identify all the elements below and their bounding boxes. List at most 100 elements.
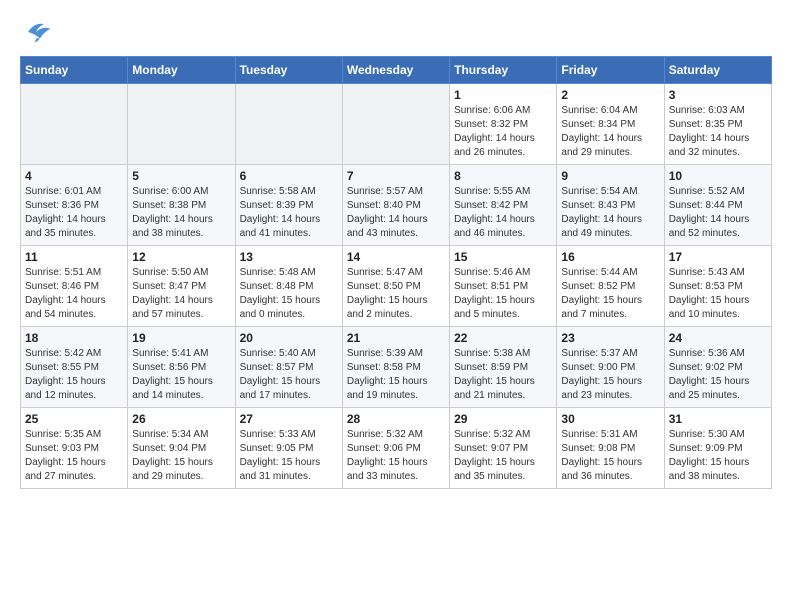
header (20, 16, 772, 44)
day-number: 14 (347, 250, 445, 264)
day-info: Sunrise: 5:39 AM Sunset: 8:58 PM Dayligh… (347, 347, 445, 403)
day-info: Sunrise: 5:48 AM Sunset: 8:48 PM Dayligh… (240, 266, 338, 322)
day-info: Sunrise: 5:52 AM Sunset: 8:44 PM Dayligh… (669, 185, 767, 241)
day-cell: 9 Sunrise: 5:54 AM Sunset: 8:43 PM Daylig… (557, 165, 664, 246)
day-info: Sunrise: 6:06 AM Sunset: 8:32 PM Dayligh… (454, 104, 552, 160)
day-info: Sunrise: 5:33 AM Sunset: 9:05 PM Dayligh… (240, 428, 338, 484)
day-number: 8 (454, 169, 552, 183)
day-number: 15 (454, 250, 552, 264)
day-number: 13 (240, 250, 338, 264)
day-cell (128, 84, 235, 165)
day-info: Sunrise: 5:54 AM Sunset: 8:43 PM Dayligh… (561, 185, 659, 241)
logo (20, 16, 56, 44)
day-cell: 3 Sunrise: 6:03 AM Sunset: 8:35 PM Daylig… (664, 84, 771, 165)
day-cell: 14 Sunrise: 5:47 AM Sunset: 8:50 PM Dayli… (342, 246, 449, 327)
day-number: 24 (669, 331, 767, 345)
day-number: 2 (561, 88, 659, 102)
day-info: Sunrise: 5:40 AM Sunset: 8:57 PM Dayligh… (240, 347, 338, 403)
day-info: Sunrise: 5:38 AM Sunset: 8:59 PM Dayligh… (454, 347, 552, 403)
day-cell: 21 Sunrise: 5:39 AM Sunset: 8:58 PM Dayli… (342, 327, 449, 408)
day-cell: 24 Sunrise: 5:36 AM Sunset: 9:02 PM Dayli… (664, 327, 771, 408)
day-number: 29 (454, 412, 552, 426)
day-info: Sunrise: 5:50 AM Sunset: 8:47 PM Dayligh… (132, 266, 230, 322)
day-cell: 7 Sunrise: 5:57 AM Sunset: 8:40 PM Daylig… (342, 165, 449, 246)
day-info: Sunrise: 5:47 AM Sunset: 8:50 PM Dayligh… (347, 266, 445, 322)
day-number: 1 (454, 88, 552, 102)
day-info: Sunrise: 5:58 AM Sunset: 8:39 PM Dayligh… (240, 185, 338, 241)
day-number: 25 (25, 412, 123, 426)
day-number: 18 (25, 331, 123, 345)
day-info: Sunrise: 5:46 AM Sunset: 8:51 PM Dayligh… (454, 266, 552, 322)
day-number: 20 (240, 331, 338, 345)
day-number: 31 (669, 412, 767, 426)
week-row-2: 4 Sunrise: 6:01 AM Sunset: 8:36 PM Daylig… (21, 165, 772, 246)
day-cell: 4 Sunrise: 6:01 AM Sunset: 8:36 PM Daylig… (21, 165, 128, 246)
day-number: 11 (25, 250, 123, 264)
day-number: 7 (347, 169, 445, 183)
day-info: Sunrise: 5:43 AM Sunset: 8:53 PM Dayligh… (669, 266, 767, 322)
day-info: Sunrise: 5:35 AM Sunset: 9:03 PM Dayligh… (25, 428, 123, 484)
day-number: 28 (347, 412, 445, 426)
day-info: Sunrise: 5:41 AM Sunset: 8:56 PM Dayligh… (132, 347, 230, 403)
week-row-5: 25 Sunrise: 5:35 AM Sunset: 9:03 PM Dayli… (21, 408, 772, 489)
day-number: 19 (132, 331, 230, 345)
day-cell: 13 Sunrise: 5:48 AM Sunset: 8:48 PM Dayli… (235, 246, 342, 327)
day-cell: 27Sunrise: 5:33 AM Sunset: 9:05 PM Dayli… (235, 408, 342, 489)
day-cell: 30Sunrise: 5:31 AM Sunset: 9:08 PM Dayli… (557, 408, 664, 489)
day-cell: 26 Sunrise: 5:34 AM Sunset: 9:04 PM Dayli… (128, 408, 235, 489)
day-cell: 6 Sunrise: 5:58 AM Sunset: 8:39 PM Daylig… (235, 165, 342, 246)
week-row-3: 11 Sunrise: 5:51 AM Sunset: 8:46 PM Dayli… (21, 246, 772, 327)
day-number: 23 (561, 331, 659, 345)
col-header-friday: Friday (557, 57, 664, 84)
day-info: Sunrise: 6:00 AM Sunset: 8:38 PM Dayligh… (132, 185, 230, 241)
day-number: 26 (132, 412, 230, 426)
col-header-wednesday: Wednesday (342, 57, 449, 84)
day-cell: 8 Sunrise: 5:55 AM Sunset: 8:42 PM Daylig… (450, 165, 557, 246)
day-cell: 19 Sunrise: 5:41 AM Sunset: 8:56 PM Dayli… (128, 327, 235, 408)
day-cell: 23 Sunrise: 5:37 AM Sunset: 9:00 PM Dayli… (557, 327, 664, 408)
day-info: Sunrise: 5:36 AM Sunset: 9:02 PM Dayligh… (669, 347, 767, 403)
day-number: 9 (561, 169, 659, 183)
page-container: SundayMondayTuesdayWednesdayThursdayFrid… (0, 0, 792, 505)
day-cell: 11 Sunrise: 5:51 AM Sunset: 8:46 PM Dayli… (21, 246, 128, 327)
col-header-saturday: Saturday (664, 57, 771, 84)
day-info: Sunrise: 5:37 AM Sunset: 9:00 PM Dayligh… (561, 347, 659, 403)
week-row-1: 1 Sunrise: 6:06 AM Sunset: 8:32 PM Daylig… (21, 84, 772, 165)
day-info: Sunrise: 6:01 AM Sunset: 8:36 PM Dayligh… (25, 185, 123, 241)
day-info: Sunrise: 5:57 AM Sunset: 8:40 PM Dayligh… (347, 185, 445, 241)
day-cell: 2 Sunrise: 6:04 AM Sunset: 8:34 PM Daylig… (557, 84, 664, 165)
col-header-thursday: Thursday (450, 57, 557, 84)
day-cell: 1 Sunrise: 6:06 AM Sunset: 8:32 PM Daylig… (450, 84, 557, 165)
day-cell: 28Sunrise: 5:32 AM Sunset: 9:06 PM Dayli… (342, 408, 449, 489)
day-number: 17 (669, 250, 767, 264)
day-cell (235, 84, 342, 165)
day-cell: 15 Sunrise: 5:46 AM Sunset: 8:51 PM Dayli… (450, 246, 557, 327)
week-row-4: 18Sunrise: 5:42 AM Sunset: 8:55 PM Dayli… (21, 327, 772, 408)
day-cell: 31 Sunrise: 5:30 AM Sunset: 9:09 PM Dayli… (664, 408, 771, 489)
logo-icon (20, 16, 52, 44)
col-header-sunday: Sunday (21, 57, 128, 84)
day-cell: 22Sunrise: 5:38 AM Sunset: 8:59 PM Dayli… (450, 327, 557, 408)
day-info: Sunrise: 5:34 AM Sunset: 9:04 PM Dayligh… (132, 428, 230, 484)
day-number: 4 (25, 169, 123, 183)
day-info: Sunrise: 6:03 AM Sunset: 8:35 PM Dayligh… (669, 104, 767, 160)
day-info: Sunrise: 6:04 AM Sunset: 8:34 PM Dayligh… (561, 104, 659, 160)
day-cell (342, 84, 449, 165)
col-header-monday: Monday (128, 57, 235, 84)
header-row: SundayMondayTuesdayWednesdayThursdayFrid… (21, 57, 772, 84)
day-info: Sunrise: 5:51 AM Sunset: 8:46 PM Dayligh… (25, 266, 123, 322)
day-number: 5 (132, 169, 230, 183)
day-cell: 10Sunrise: 5:52 AM Sunset: 8:44 PM Dayli… (664, 165, 771, 246)
day-cell: 17 Sunrise: 5:43 AM Sunset: 8:53 PM Dayli… (664, 246, 771, 327)
calendar-table: SundayMondayTuesdayWednesdayThursdayFrid… (20, 56, 772, 489)
day-cell: 18Sunrise: 5:42 AM Sunset: 8:55 PM Dayli… (21, 327, 128, 408)
day-cell: 5 Sunrise: 6:00 AM Sunset: 8:38 PM Daylig… (128, 165, 235, 246)
day-number: 21 (347, 331, 445, 345)
day-info: Sunrise: 5:30 AM Sunset: 9:09 PM Dayligh… (669, 428, 767, 484)
day-number: 6 (240, 169, 338, 183)
day-number: 16 (561, 250, 659, 264)
day-number: 3 (669, 88, 767, 102)
day-info: Sunrise: 5:55 AM Sunset: 8:42 PM Dayligh… (454, 185, 552, 241)
day-info: Sunrise: 5:44 AM Sunset: 8:52 PM Dayligh… (561, 266, 659, 322)
day-cell: 29Sunrise: 5:32 AM Sunset: 9:07 PM Dayli… (450, 408, 557, 489)
